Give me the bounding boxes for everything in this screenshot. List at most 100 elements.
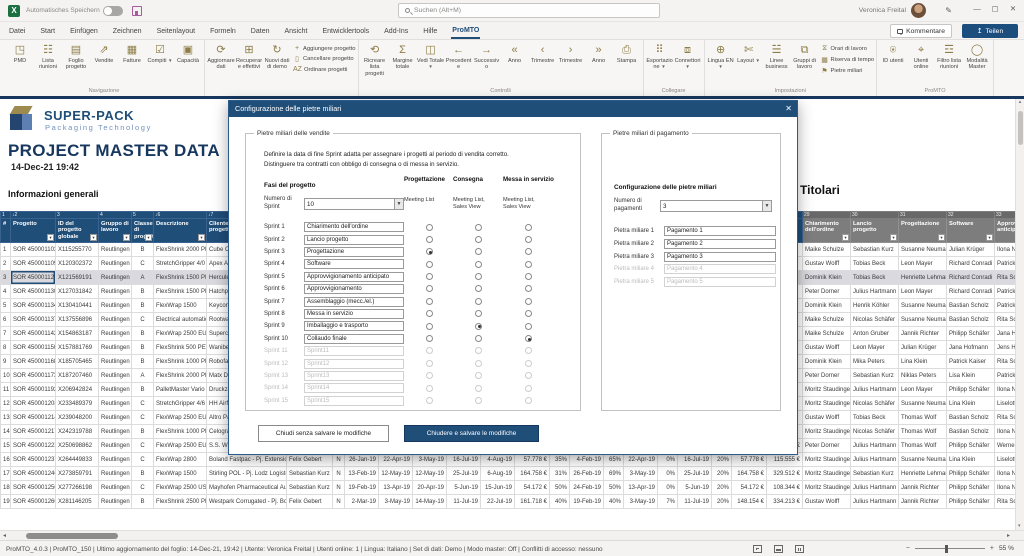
cell[interactable]: X137556896 xyxy=(55,312,99,327)
cell[interactable]: Bastian Scholz xyxy=(946,424,995,439)
table-row[interactable]: 18 SOR 450001250 X277266198 Reutlingen C Flex… xyxy=(0,480,1024,495)
cell[interactable]: B xyxy=(131,340,154,355)
cell[interactable]: StretchGripper 4/0 xyxy=(153,256,207,271)
cell[interactable]: C xyxy=(131,452,154,467)
sprint-radio-col3[interactable] xyxy=(525,322,532,330)
cell[interactable]: FlexWrap 1500 xyxy=(153,466,207,481)
vscroll-thumb[interactable] xyxy=(1017,111,1023,145)
cell[interactable]: Lina Klein xyxy=(946,396,995,411)
cell[interactable]: Nicolas Schäfer xyxy=(850,312,899,327)
cell[interactable]: Jannik Richter xyxy=(898,494,947,509)
cell[interactable]: 20% xyxy=(711,466,732,481)
cell[interactable]: N xyxy=(332,480,345,495)
cell[interactable]: Reutlingen xyxy=(98,326,132,341)
cell[interactable]: C xyxy=(131,480,154,495)
working-hours-button[interactable]: ⧖ Orari di lavoro xyxy=(821,45,875,53)
cell[interactable]: 13-Feb-19 xyxy=(344,466,379,481)
sprint-radio-col3[interactable] xyxy=(525,235,532,243)
sprint-name-input[interactable]: Software xyxy=(304,259,404,270)
cell[interactable]: Sebastian Kurz xyxy=(286,480,333,495)
total-margin-button[interactable]: Σ Margine totale xyxy=(389,41,417,71)
filter-dropdown-icon[interactable]: ▾ xyxy=(90,234,97,241)
meeting-list-filter-button[interactable]: ☲ Filtro lista riunioni xyxy=(935,41,963,71)
cell[interactable]: X281146205 xyxy=(55,494,99,509)
cell[interactable]: 6-Aug-19 xyxy=(480,466,515,481)
layout-button[interactable]: ✄ Layout ▼ xyxy=(735,41,763,64)
cell[interactable]: Tobias Beck xyxy=(850,410,899,425)
cell[interactable]: C xyxy=(131,396,154,411)
cell[interactable]: Gustav Wolff xyxy=(802,494,851,509)
cell[interactable]: 54.172 € xyxy=(731,480,767,495)
cell[interactable]: Reutlingen xyxy=(98,270,132,285)
cell[interactable]: 10 xyxy=(0,368,11,383)
minimize-button[interactable]: — xyxy=(970,4,984,13)
sprint-radio-col3[interactable] xyxy=(525,396,532,404)
cell[interactable]: Sebastian Kurz xyxy=(850,242,899,257)
cell[interactable]: Julius Hartmann xyxy=(850,480,899,495)
cell[interactable]: Lina Klein xyxy=(898,354,947,369)
cell[interactable]: 14-May-19 xyxy=(412,494,447,509)
cell[interactable]: Thomas Wolf xyxy=(898,410,947,425)
cell[interactable]: Maike Schulze xyxy=(802,326,851,341)
cell[interactable]: Reutlingen xyxy=(98,396,132,411)
cell[interactable]: 0% xyxy=(657,466,678,481)
cell[interactable]: FlexShrink 500 PET xyxy=(153,340,207,355)
autosave-toggle[interactable] xyxy=(103,6,123,16)
sprint-radio-col2[interactable] xyxy=(475,260,482,268)
cell[interactable]: Tobias Beck xyxy=(850,256,899,271)
cell[interactable]: SOR 450001109 xyxy=(10,256,56,271)
cell[interactable]: Sebastian Kurz xyxy=(286,466,333,481)
sprint-radio-col1[interactable] xyxy=(426,285,433,293)
cell[interactable]: Richard Conradi xyxy=(946,270,995,285)
cell[interactable]: 3-May-19 xyxy=(378,494,413,509)
cell[interactable]: Patrick Kaiser xyxy=(946,354,995,369)
milestone-name-input[interactable]: Pagamento 4 xyxy=(664,264,776,275)
cell[interactable]: X115255770 xyxy=(55,242,99,257)
cell[interactable]: SOR 450001130 xyxy=(10,284,56,299)
milestone-name-input[interactable]: Pagamento 1 xyxy=(664,226,776,237)
sprint-name-input[interactable]: Approvvigionamento xyxy=(304,284,404,295)
cell[interactable]: 12-May-19 xyxy=(412,466,447,481)
cell[interactable]: Susanne Neumann xyxy=(898,298,947,313)
sprint-radio-col1[interactable] xyxy=(426,310,433,318)
cell[interactable]: X206942824 xyxy=(55,382,99,397)
cell[interactable]: 26-Feb-19 xyxy=(569,466,604,481)
sales-button[interactable]: ⇗ Vendite xyxy=(90,41,118,64)
cell[interactable]: FlexWrap 1500 xyxy=(153,298,207,313)
cell[interactable]: Thomas Wolf xyxy=(898,438,947,453)
tab-hilfe[interactable]: Hilfe xyxy=(422,25,438,38)
sprint-radio-col3[interactable] xyxy=(525,260,532,268)
time-reserve-button[interactable]: ▦ Riserva di tempo xyxy=(821,56,874,64)
cell[interactable]: Leon Mayer xyxy=(898,256,947,271)
filter-dropdown-icon[interactable]: ▾ xyxy=(890,234,897,241)
language-button[interactable]: ⊕ Lingua EN ▼ xyxy=(707,41,735,71)
cell[interactable]: StretchGripper 4/6 xyxy=(153,396,207,411)
sprint-radio-col1[interactable] xyxy=(426,359,433,367)
cell[interactable]: Peter Dorner xyxy=(802,284,851,299)
cell[interactable]: 5-Jun-19 xyxy=(446,480,481,495)
cell[interactable]: Reutlingen xyxy=(98,438,132,453)
cell[interactable]: SOR 450001246 xyxy=(10,466,56,481)
sprint-radio-col3[interactable] xyxy=(525,335,532,343)
cell[interactable]: SOR 450001173 xyxy=(10,368,56,383)
cell[interactable]: Richard Conradi xyxy=(946,256,995,271)
cell[interactable]: Reutlingen xyxy=(98,340,132,355)
cell[interactable]: 11-Jul-19 xyxy=(446,494,481,509)
cell[interactable]: 25-Jul-19 xyxy=(677,466,712,481)
cell[interactable]: 329.512 € xyxy=(766,466,803,481)
cell[interactable]: B xyxy=(131,494,154,509)
scroll-right-icon[interactable]: ▸ xyxy=(1007,532,1010,539)
cell[interactable]: Leon Mayer xyxy=(898,382,947,397)
cell[interactable]: X120302372 xyxy=(55,256,99,271)
cell[interactable]: 5-Jun-19 xyxy=(677,480,712,495)
sprint-radio-col2[interactable] xyxy=(475,223,482,231)
cell[interactable]: 17 xyxy=(0,466,11,481)
cell[interactable]: 50% xyxy=(549,480,570,495)
cell[interactable]: C xyxy=(131,256,154,271)
user-ids-button[interactable]: ⍟ ID utenti xyxy=(879,41,907,64)
cell[interactable]: SOR 450001237 xyxy=(10,452,56,467)
sprint-name-input[interactable]: Collaudo finale xyxy=(304,333,404,344)
cell[interactable]: B xyxy=(131,382,154,397)
share-button[interactable]: ↥ Teilen xyxy=(962,24,1018,38)
cell[interactable]: B xyxy=(131,284,154,299)
